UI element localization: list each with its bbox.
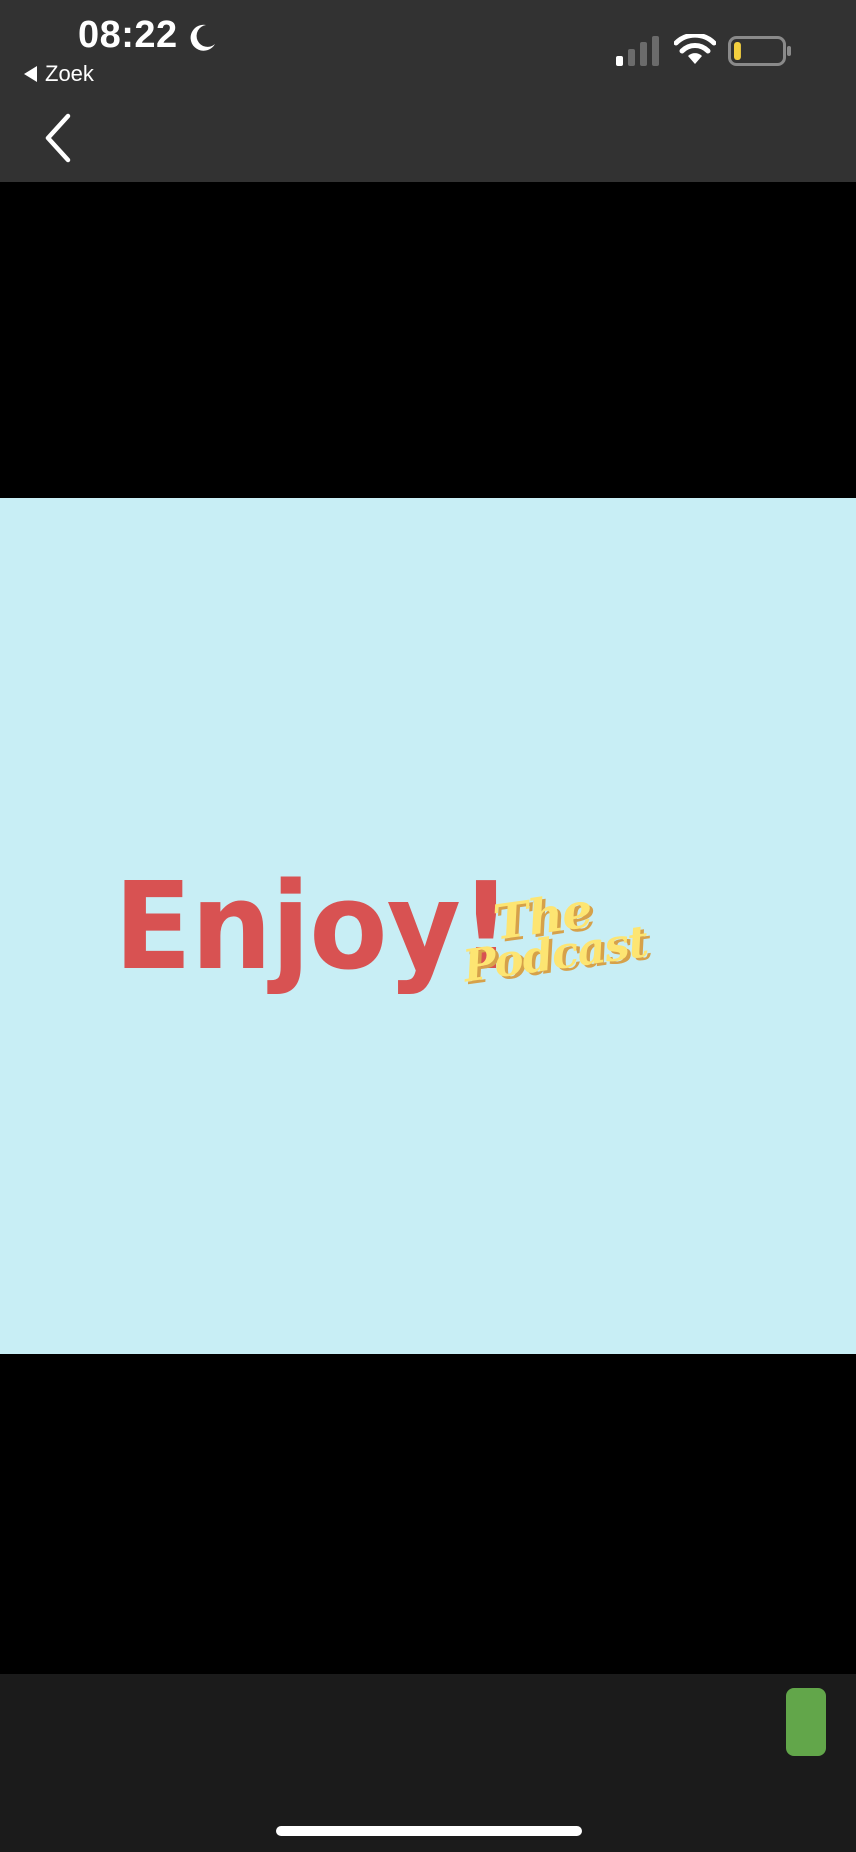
accent-button[interactable]	[786, 1688, 826, 1756]
moon-icon	[190, 24, 215, 51]
battery-icon	[728, 36, 791, 66]
signal-icon	[616, 36, 659, 66]
clock-time: 08:22	[78, 14, 178, 56]
home-indicator[interactable]	[276, 1826, 582, 1836]
wifi-icon	[674, 34, 716, 64]
back-triangle-icon	[24, 66, 37, 82]
image-viewer[interactable]: Enjoy! The Podcast	[0, 182, 856, 1674]
battery-level-fill	[734, 42, 741, 60]
status-bar: 08:22 Zoek	[0, 0, 856, 182]
artwork-title-main: Enjoy!	[114, 858, 512, 997]
podcast-artwork: Enjoy! The Podcast	[0, 498, 856, 1354]
chevron-left-icon[interactable]	[40, 112, 74, 164]
back-app-label: Zoek	[45, 61, 94, 86]
back-to-app-link[interactable]: Zoek	[24, 60, 94, 88]
